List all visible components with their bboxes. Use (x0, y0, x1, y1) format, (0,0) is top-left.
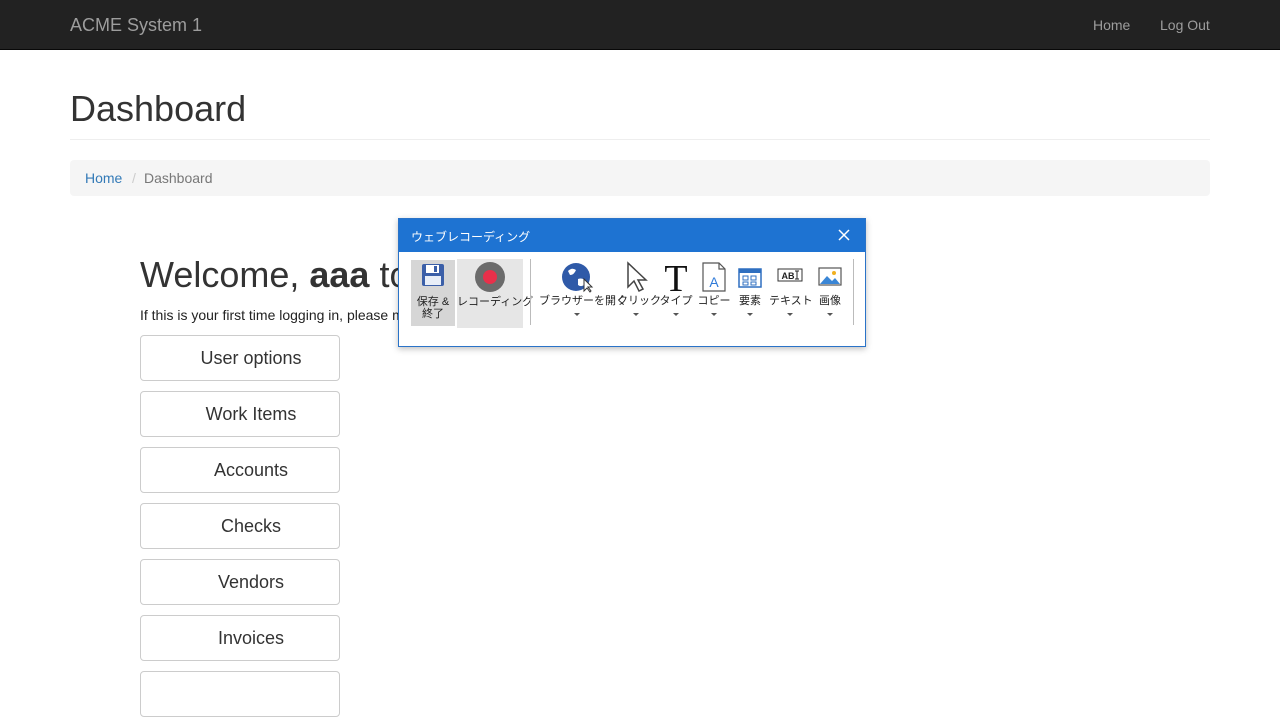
chevron-down-icon[interactable] (673, 313, 679, 316)
recorder-title: ウェブレコーディング (411, 230, 531, 244)
breadcrumb-separator: / (132, 170, 136, 186)
accounts-button[interactable]: Accounts (140, 447, 340, 493)
recording-label: レコーディング (457, 296, 534, 308)
welcome-heading: Welcome, aaa to (140, 254, 410, 296)
title-divider (70, 139, 1210, 140)
image-label: 画像 (819, 295, 841, 307)
breadcrumb: Home / Dashboard (70, 160, 1210, 196)
app-brand[interactable]: ACME System 1 (70, 15, 202, 36)
open-browser-button[interactable]: ブラウザーを開く (539, 259, 627, 329)
chevron-down-icon[interactable] (574, 313, 580, 316)
type-label: タイプ (659, 295, 693, 307)
web-recording-window: ウェブレコーディング 保存 & 終了 レコーディング ブラウザーを開く クリック… (398, 218, 866, 347)
click-label: クリック (617, 295, 661, 307)
svg-text:AB: AB (782, 271, 795, 281)
nav-home-link[interactable]: Home (1093, 17, 1130, 33)
element-label: 要素 (739, 295, 761, 307)
chevron-down-icon[interactable] (787, 313, 793, 316)
welcome-username: aaa (309, 254, 370, 295)
record-icon (475, 262, 505, 292)
text-type-icon: T (664, 261, 687, 293)
recording-button[interactable]: レコーディング (457, 259, 534, 328)
toolbar-separator (530, 259, 531, 325)
document-copy-icon: A (702, 262, 726, 292)
breadcrumb-home-link[interactable]: Home (85, 170, 122, 186)
save-exit-button[interactable]: 保存 & 終了 (411, 260, 455, 326)
intro-text: If this is your first time logging in, p… (140, 307, 404, 323)
chevron-down-icon[interactable] (633, 313, 639, 316)
page-title: Dashboard (70, 88, 247, 129)
checks-button[interactable]: Checks (140, 503, 340, 549)
image-button[interactable]: 画像 (813, 259, 847, 329)
copy-label: コピー (697, 295, 731, 307)
click-button[interactable]: クリック (617, 259, 661, 329)
breadcrumb-current: Dashboard (144, 170, 213, 186)
vendors-button[interactable]: Vendors (140, 559, 340, 605)
text-button[interactable]: AB テキスト (769, 259, 813, 329)
svg-text:A: A (709, 274, 719, 290)
svg-text:T: T (664, 261, 687, 293)
text-label: テキスト (769, 295, 813, 307)
nav-logout-link[interactable]: Log Out (1160, 17, 1210, 33)
chevron-down-icon[interactable] (827, 313, 833, 316)
text-field-icon: AB (777, 268, 803, 282)
user-options-button[interactable]: User options (140, 335, 340, 381)
more-menu-button[interactable] (140, 671, 340, 717)
toolbar-separator (853, 259, 854, 325)
copy-button[interactable]: A コピー (697, 259, 731, 329)
open-browser-label: ブラウザーを開く (539, 295, 627, 307)
chevron-down-icon[interactable] (711, 313, 717, 316)
welcome-prefix: Welcome, (140, 254, 310, 295)
work-items-button[interactable]: Work Items (140, 391, 340, 437)
save-exit-label: 保存 & 終了 (416, 296, 450, 320)
cursor-arrow-icon (627, 261, 648, 293)
invoices-button[interactable]: Invoices (140, 615, 340, 661)
top-navbar: ACME System 1 Home Log Out (0, 0, 1280, 50)
image-picture-icon (818, 267, 842, 286)
element-window-icon (738, 268, 762, 288)
close-icon[interactable] (835, 226, 853, 244)
floppy-disk-icon (422, 264, 444, 286)
element-button[interactable]: 要素 (733, 259, 767, 329)
recorder-titlebar[interactable]: ウェブレコーディング (399, 219, 865, 252)
globe-cursor-icon (562, 263, 594, 293)
chevron-down-icon[interactable] (747, 313, 753, 316)
type-button[interactable]: T タイプ (657, 259, 695, 329)
